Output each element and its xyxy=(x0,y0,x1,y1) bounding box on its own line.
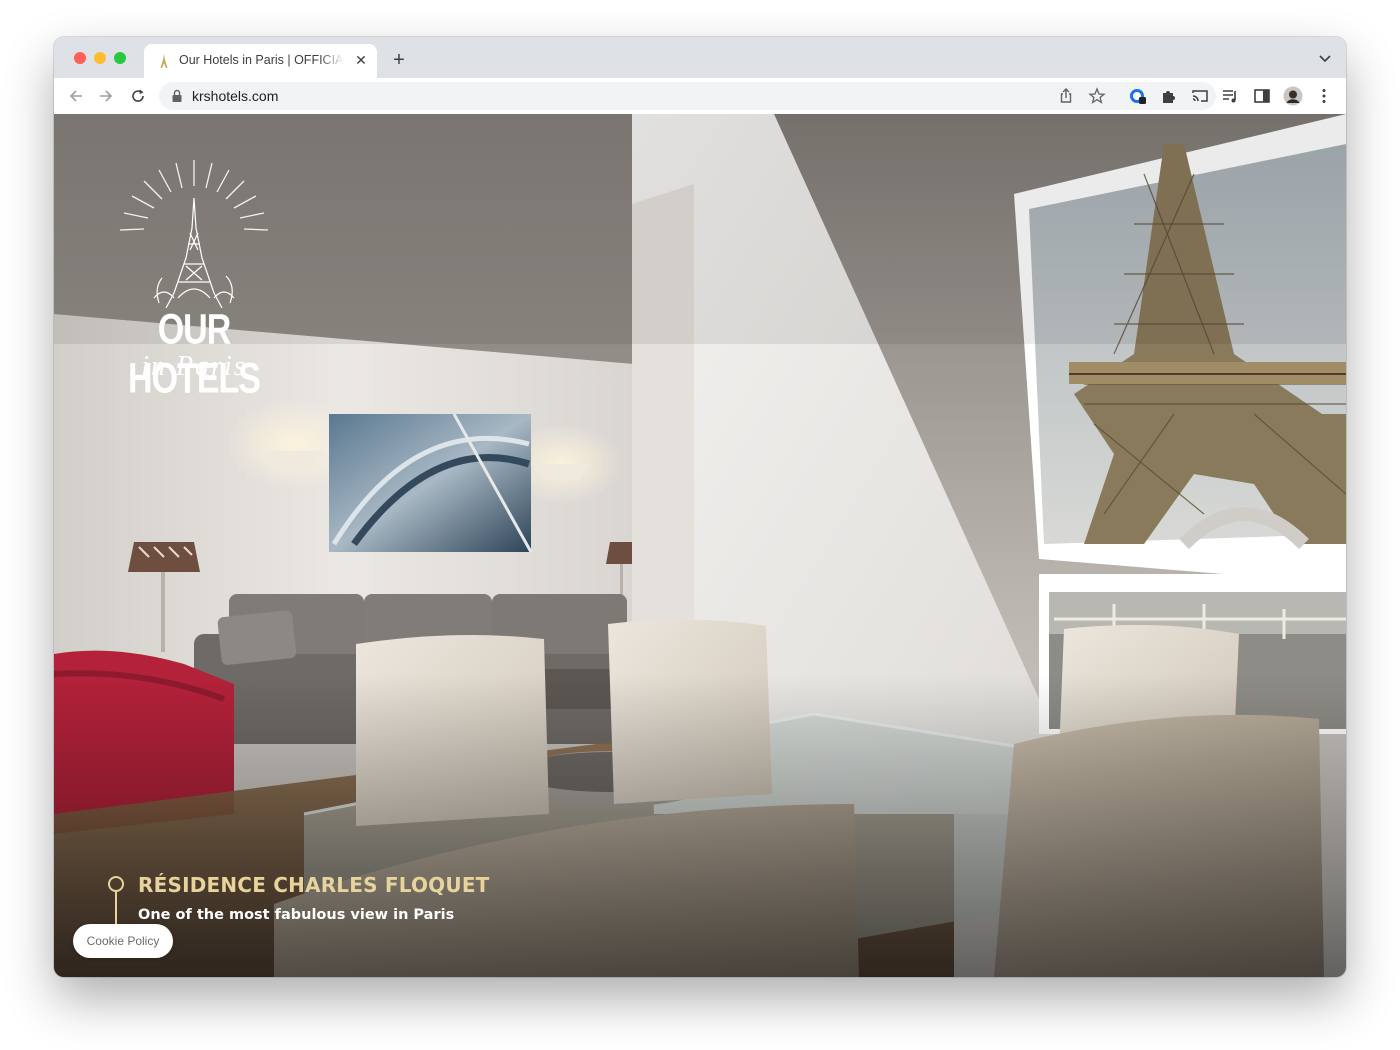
hero-title[interactable]: RÉSIDENCE CHARLES FLOQUET xyxy=(138,873,490,897)
site-logo[interactable]: OUR HOTELS in Paris xyxy=(104,158,284,402)
menu-kebab-icon[interactable] xyxy=(1314,86,1334,106)
close-window-button[interactable] xyxy=(74,52,86,64)
tab-close-icon[interactable]: ✕ xyxy=(353,52,369,68)
tab-strip: Our Hotels in Paris | OFFICIAL SITE ✕ + xyxy=(54,37,1346,78)
side-panel-icon[interactable] xyxy=(1252,86,1272,106)
extension-badge-icon[interactable] xyxy=(1128,86,1148,106)
puzzle-icon[interactable] xyxy=(1159,86,1179,106)
url-text[interactable]: krshotels.com xyxy=(192,88,278,104)
profile-avatar[interactable] xyxy=(1283,86,1303,106)
eiffel-favicon-icon xyxy=(160,54,168,68)
reload-icon[interactable] xyxy=(128,86,148,106)
tab-title: Our Hotels in Paris | OFFICIAL SITE xyxy=(179,53,344,67)
page-content: OUR HOTELS in Paris RÉSIDENCE CHARLES FL… xyxy=(54,114,1346,977)
new-tab-button[interactable]: + xyxy=(388,49,410,71)
browser-tab[interactable]: Our Hotels in Paris | OFFICIAL SITE ✕ xyxy=(144,44,377,78)
location-pin-icon xyxy=(108,876,124,924)
cast-icon[interactable] xyxy=(1190,86,1210,106)
maximize-window-button[interactable] xyxy=(114,52,126,64)
eiffel-sunburst-logo-icon xyxy=(119,160,269,309)
cookie-policy-button[interactable]: Cookie Policy xyxy=(73,924,173,958)
lock-icon[interactable] xyxy=(171,89,183,103)
bookmark-star-icon[interactable] xyxy=(1088,87,1106,105)
back-icon[interactable] xyxy=(66,86,86,106)
address-bar[interactable]: krshotels.com xyxy=(159,82,1216,110)
share-icon[interactable] xyxy=(1057,87,1075,105)
minimize-window-button[interactable] xyxy=(94,52,106,64)
forward-icon[interactable] xyxy=(96,86,116,106)
browser-window: Our Hotels in Paris | OFFICIAL SITE ✕ + … xyxy=(54,37,1346,977)
reading-list-icon[interactable] xyxy=(1220,86,1240,106)
browser-toolbar: krshotels.com xyxy=(54,78,1346,115)
hero-subtitle: One of the most fabulous view in Paris xyxy=(138,907,455,923)
logo-subtitle: in Paris xyxy=(141,351,247,382)
tab-search-chevron-icon[interactable] xyxy=(1318,51,1332,65)
